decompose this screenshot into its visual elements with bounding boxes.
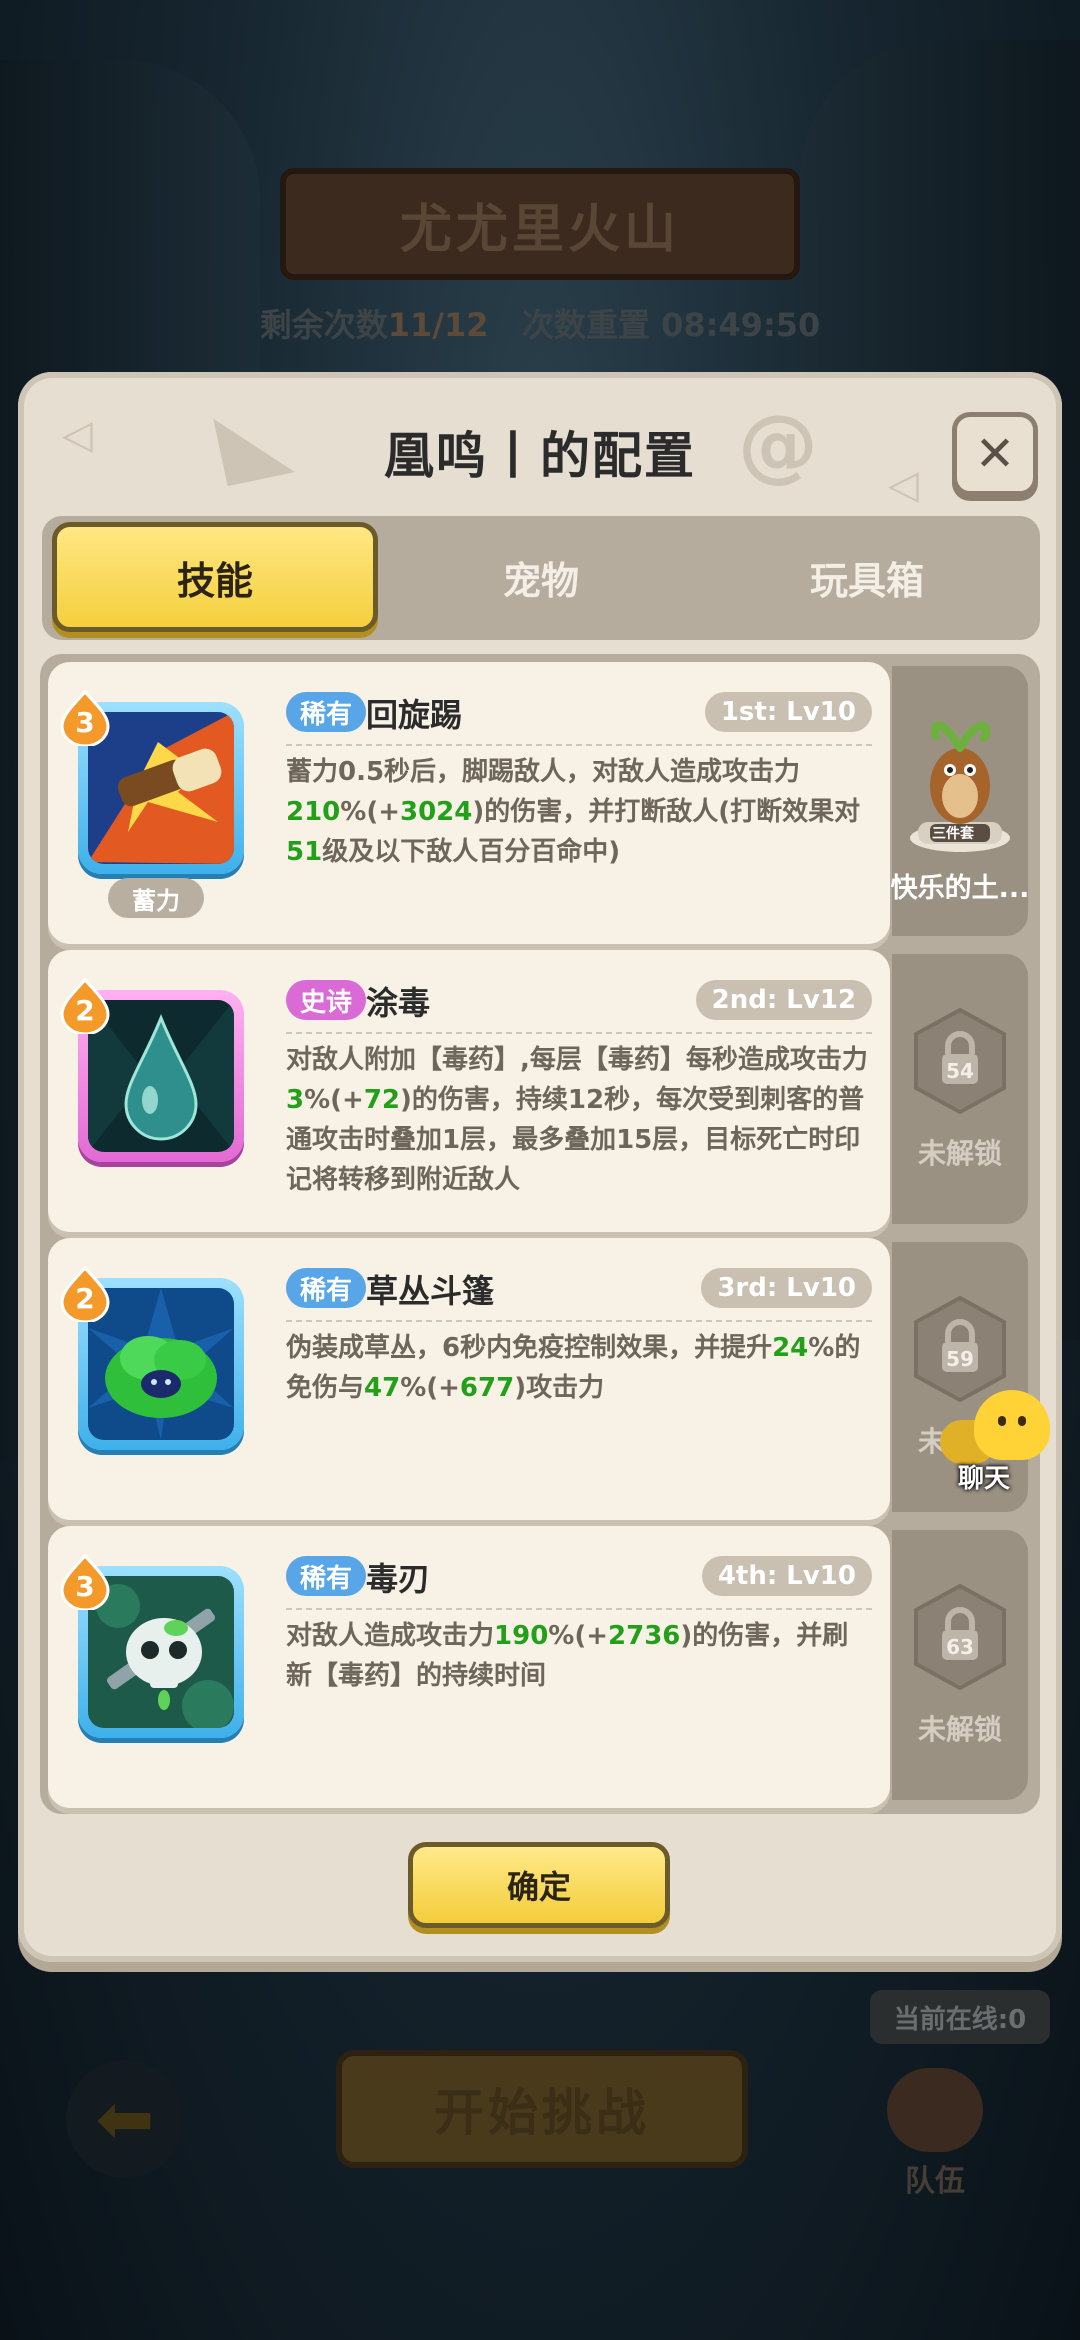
rarity-badge: 稀有 <box>286 1556 367 1596</box>
chat-face-icon <box>974 1390 1050 1460</box>
tab-pets[interactable]: 宠物 <box>378 522 704 632</box>
skill-card-4[interactable]: 3 稀有 毒刃 4th: Lv10 对敌人造成攻击力190%(+2736)的伤害… <box>48 1526 890 1808</box>
pet-set-badge: 三件套 <box>932 825 974 842</box>
attempts-info: 剩余次数11/12 次数重置 08:49:50 <box>0 300 1080 346</box>
description-text: 级及以下敌人百分百命中) <box>322 837 621 867</box>
divider <box>286 1608 872 1610</box>
highlight-value: 210 <box>286 797 341 827</box>
skill-description: 蓄力0.5秒后，脚踢敌人，对敌人造成攻击力 210%(+3024)的伤害，并打断敌… <box>286 752 872 872</box>
skill-description: 对敌人造成攻击力190%(+2736)的伤害，并刷新【毒药】的持续时间 <box>286 1616 872 1696</box>
chat-button[interactable]: 聊天 <box>940 1384 1060 1494</box>
description-text: %(+ <box>400 1373 460 1403</box>
back-arrow-button[interactable]: ⬅ <box>66 2060 184 2178</box>
confirm-button[interactable]: 确定 <box>408 1842 670 1928</box>
close-x-icon: ✕ <box>974 426 1016 482</box>
skill-card-1[interactable]: 3 蓄力 稀有 回旋踢 1st: Lv10 蓄力0.5秒后，脚踢敌人，对敌人造成… <box>48 662 890 944</box>
attempts-value: 11/12 <box>387 306 489 344</box>
skill-card-2[interactable]: 2 史诗 涂毒 2nd: Lv12 对敌人附加【毒药】,每层【毒药】每秒造成攻击… <box>48 950 890 1232</box>
team-avatar-icon <box>887 2068 983 2152</box>
divider <box>286 1320 872 1322</box>
highlight-value: 2736 <box>608 1621 681 1651</box>
highlight-value: 677 <box>459 1373 515 1403</box>
config-modal: ◁ ◣ @ ◁ 凰鸣丨的配置 ✕ 技能 宠物 玩具箱 三件套 快乐的土... 3… <box>18 372 1062 1962</box>
description-text: %(+ <box>304 1085 364 1115</box>
rarity-badge: 史诗 <box>286 980 367 1020</box>
skill-level-badge: 2 <box>60 1266 110 1322</box>
reset-label: 次数重置 <box>521 306 650 344</box>
skill-name: 毒刃 <box>366 1560 431 1598</box>
pet-name: 快乐的土... <box>890 872 1030 904</box>
skill-name: 涂毒 <box>366 984 431 1022</box>
attempts-label: 剩余次数 <box>259 306 388 344</box>
locked-label: 未解锁 <box>917 1137 1002 1170</box>
skill-description: 对敌人附加【毒药】,每层【毒药】每秒造成攻击力3%(+72)的伤害，持续12秒，… <box>286 1040 872 1200</box>
highlight-value: 47 <box>364 1373 401 1403</box>
lock-icon: 63 <box>912 1582 1008 1692</box>
skill-description: 伪装成草丛，6秒内免疫控制效果，并提升24%的免伤与47%(+677)攻击力 <box>286 1328 872 1408</box>
team-button[interactable]: 队伍 <box>880 2050 990 2200</box>
description-text: %(+ <box>548 1621 609 1651</box>
divider <box>286 744 872 746</box>
charge-tag: 蓄力 <box>108 878 204 918</box>
skill-level-badge: 3 <box>60 690 110 746</box>
tab-bar: 技能 宠物 玩具箱 <box>42 516 1040 640</box>
locked-slot[interactable]: 54 未解锁 <box>892 954 1028 1224</box>
pet-slot[interactable]: 三件套 快乐的土... <box>890 666 1030 936</box>
highlight-value: 24 <box>772 1333 809 1363</box>
reset-time: 08:49:50 <box>661 306 821 344</box>
skill-name: 草丛斗篷 <box>366 1272 495 1310</box>
stage-title-plank: 尤尤里火山 <box>280 168 800 280</box>
skill-level-badge: 3 <box>60 1554 110 1610</box>
description-text: )攻击力 <box>514 1373 605 1403</box>
description-text: 伪装成草丛，6秒内免疫控制效果，并提升 <box>286 1333 773 1363</box>
highlight-value: 72 <box>363 1085 400 1115</box>
team-label: 队伍 <box>905 2164 965 2199</box>
slot-level-pill: 3rd: Lv10 <box>701 1268 872 1308</box>
rarity-badge: 稀有 <box>286 692 367 732</box>
mole-pet-icon: 三件套 <box>902 698 1018 858</box>
chat-label: 聊天 <box>958 1464 1011 1494</box>
description-text: 对敌人造成攻击力 <box>286 1621 495 1651</box>
tab-skills[interactable]: 技能 <box>52 522 378 632</box>
divider <box>286 1032 872 1034</box>
slot-level-pill: 2nd: Lv12 <box>695 980 872 1020</box>
description-text: )的伤害，并打断敌人(打断效果对 <box>472 797 861 827</box>
online-count-badge: 当前在线:0 <box>870 1990 1050 2044</box>
back-arrow-icon: ⬅ <box>95 2078 155 2160</box>
modal-title: 凰鸣丨的配置 <box>384 427 696 485</box>
tab-toybox[interactable]: 玩具箱 <box>704 522 1030 632</box>
description-text: 对敌人附加【毒药】,每层【毒药】每秒造成攻击力 <box>286 1045 868 1075</box>
skill-list: 三件套 快乐的土... 3 蓄力 稀有 回旋踢 1st: Lv10 蓄力0.5秒… <box>40 654 1040 1814</box>
rarity-badge: 稀有 <box>286 1268 367 1308</box>
skill-name: 回旋踢 <box>366 696 463 734</box>
highlight-value: 3 <box>286 1085 305 1115</box>
locked-slot[interactable]: 63 未解锁 <box>892 1530 1028 1800</box>
close-button[interactable]: ✕ <box>952 412 1038 496</box>
description-text: 蓄力0.5秒后，脚踢敌人，对敌人造成攻击力 <box>286 757 801 787</box>
start-challenge-button[interactable]: 开始挑战 <box>336 2050 748 2168</box>
description-text: %(+ <box>340 797 400 827</box>
locked-label: 未解锁 <box>917 1713 1002 1746</box>
highlight-value: 3024 <box>400 797 473 827</box>
slot-level-pill: 4th: Lv10 <box>701 1556 872 1596</box>
stage-title: 尤尤里火山 <box>399 199 680 260</box>
slot-level-pill: 1st: Lv10 <box>704 692 872 732</box>
highlight-value: 190 <box>494 1621 549 1651</box>
skill-level-badge: 2 <box>60 978 110 1034</box>
highlight-value: 51 <box>286 837 323 867</box>
skill-card-3[interactable]: 2 稀有 草丛斗篷 3rd: Lv10 伪装成草丛，6秒内免疫控制效果，并提升2… <box>48 1238 890 1520</box>
lock-icon: 54 <box>912 1006 1008 1116</box>
